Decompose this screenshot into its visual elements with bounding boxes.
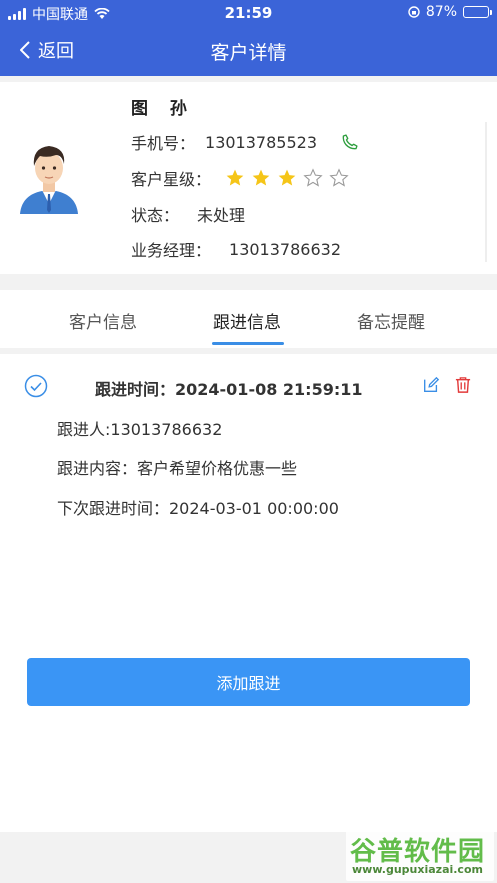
manager-value: 13013786632 xyxy=(229,239,341,259)
delete-icon[interactable] xyxy=(455,376,471,394)
app-header: 中国联通 21:59 87% 返回 客户详情 xyxy=(0,0,497,76)
phone-label: 手机号： xyxy=(131,134,196,153)
edit-icon[interactable] xyxy=(422,376,440,394)
star-empty-icon[interactable] xyxy=(329,168,349,188)
nav-bar: 返回 客户详情 xyxy=(0,26,497,76)
rotation-lock-icon xyxy=(408,6,420,18)
status-row: 状态： 未处理 xyxy=(131,202,245,226)
check-circle-icon[interactable] xyxy=(24,374,48,398)
star-empty-icon[interactable] xyxy=(303,168,323,188)
star-filled-icon[interactable] xyxy=(251,168,271,188)
avatar xyxy=(20,146,78,214)
phone-row: 手机号： 13013785523 xyxy=(131,130,359,154)
status-right: 87% xyxy=(408,4,492,20)
battery-icon xyxy=(463,6,492,18)
card-divider xyxy=(485,122,487,262)
customer-name: 图 孙 xyxy=(131,99,195,119)
status-value: 未处理 xyxy=(197,206,246,225)
watermark-url: www.gupuxiazai.com xyxy=(352,863,483,876)
watermark-logo: 谷普软件园 www.gupuxiazai.com xyxy=(346,829,494,881)
tab-customer-info[interactable]: 客户信息 xyxy=(69,308,137,333)
follow-content: 跟进内容：客户希望价格优惠一些 xyxy=(57,459,298,478)
follow-record: 跟进时间：2024-01-08 21:59:11 跟进人:13013786632… xyxy=(0,354,497,832)
follow-time: 跟进时间：2024-01-08 21:59:11 xyxy=(95,380,363,399)
status-label: 状态： xyxy=(131,206,180,225)
star-filled-icon[interactable] xyxy=(225,168,245,188)
active-tab-indicator xyxy=(212,342,284,345)
star-filled-icon[interactable] xyxy=(277,168,297,188)
add-follow-button[interactable]: 添加跟进 xyxy=(27,658,470,706)
star-rating xyxy=(225,168,349,188)
page-title: 客户详情 xyxy=(210,42,287,64)
tab-memo-reminder[interactable]: 备忘提醒 xyxy=(357,308,425,333)
follow-person: 跟进人:13013786632 xyxy=(57,420,223,439)
battery-percent: 87% xyxy=(425,4,457,20)
manager-row: 业务经理： 13013786632 xyxy=(131,237,341,261)
tab-bar: 客户信息 跟进信息 备忘提醒 xyxy=(0,290,497,348)
tab-follow-info[interactable]: 跟进信息 xyxy=(213,308,281,333)
phone-icon[interactable] xyxy=(341,133,359,151)
customer-card: 图 孙 手机号： 13013785523 客户星级： 状态： 未处理 业务经理：… xyxy=(0,82,497,274)
phone-value: 13013785523 xyxy=(205,132,317,152)
next-follow-time: 下次跟进时间：2024-03-01 00:00:00 xyxy=(57,499,339,518)
manager-label: 业务经理： xyxy=(131,241,212,260)
level-row: 客户星级： xyxy=(131,166,349,190)
level-label: 客户星级： xyxy=(131,170,212,189)
status-bar: 中国联通 21:59 87% xyxy=(0,0,497,26)
